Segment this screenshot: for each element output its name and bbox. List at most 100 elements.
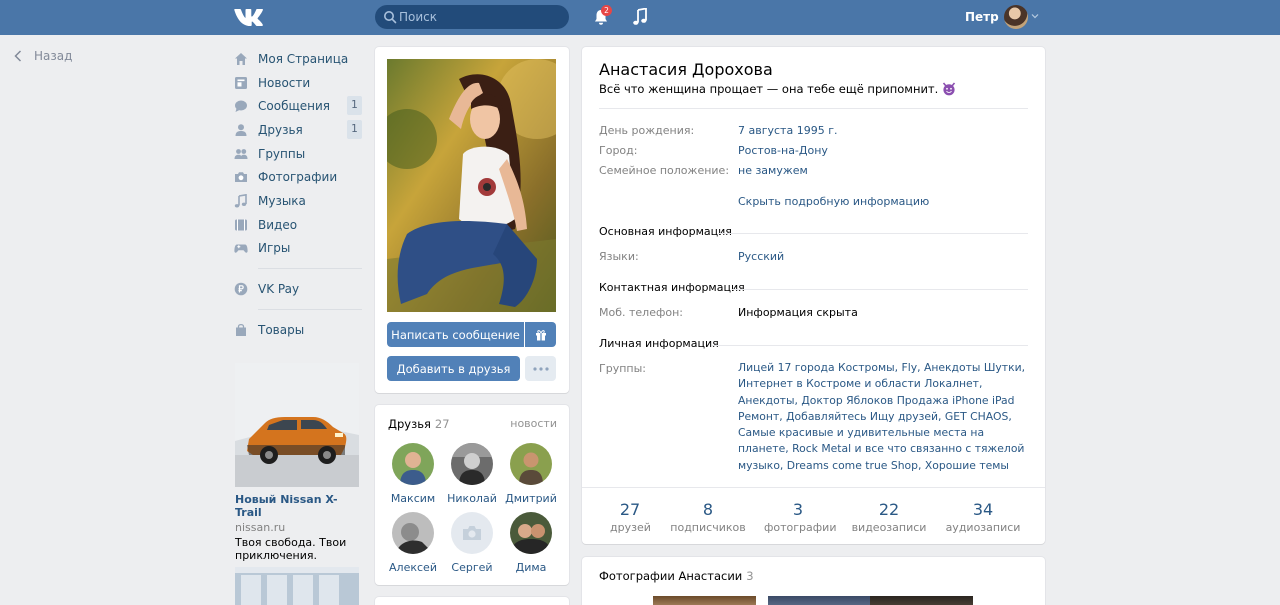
ad-image-car[interactable] [235, 363, 359, 487]
languages-value[interactable]: Русский [738, 250, 784, 263]
current-user-avatar[interactable] [1004, 5, 1028, 29]
stat-photos[interactable]: 3 фотографии [764, 500, 836, 534]
relationship-value[interactable]: не замужем [738, 164, 808, 177]
add-friend-button[interactable]: Добавить в друзья [387, 356, 520, 381]
sidebar-item-video[interactable]: Видео [234, 213, 362, 237]
home-icon [235, 52, 247, 65]
current-user-name[interactable]: Петр [965, 10, 999, 24]
sidebar-item-messages[interactable]: Сообщения 1 [234, 94, 362, 118]
stat-number: 3 [792, 500, 804, 519]
birthday-value[interactable]: 7 августа 1995 г. [738, 124, 837, 137]
sidebar-item-label: VK Pay [258, 282, 300, 297]
top-header: 2 Петр [0, 0, 1280, 35]
search-box[interactable] [375, 5, 569, 29]
chevron-down-icon[interactable] [1031, 12, 1039, 20]
vk-logo[interactable] [234, 7, 266, 27]
back-label: Назад [34, 49, 73, 63]
friend-avatar[interactable] [392, 512, 434, 554]
stat-audio[interactable]: 34 аудиозаписи [944, 500, 1022, 534]
profile-stats: 27 друзей 8 подписчиков 3 фотографии 22 … [582, 487, 1045, 544]
section-personal-info: Личная информация [599, 337, 719, 350]
phone-value: Информация скрыта [738, 306, 858, 319]
stat-videos[interactable]: 22 видеозаписи [850, 500, 928, 534]
photo-thumbnail[interactable] [653, 596, 756, 605]
photos-block: Фотографии Анастасии 3 [582, 557, 1045, 605]
sidebar-item-groups[interactable]: Группы [234, 142, 362, 166]
stat-number: 27 [619, 500, 641, 519]
friend-item[interactable]: Сергей [442, 512, 502, 574]
music-icon [234, 193, 247, 208]
sidebar-item-goods[interactable]: Товары [234, 318, 362, 342]
photos-header[interactable]: Фотографии Анастасии 3 [599, 569, 754, 583]
back-link[interactable]: Назад [14, 48, 72, 64]
friend-name[interactable]: Дима [501, 561, 561, 574]
sidebar-item-news[interactable]: Новости [234, 71, 362, 95]
sidebar-item-my-page[interactable]: Моя Страница [234, 47, 362, 71]
photo-thumbnail[interactable] [768, 596, 871, 605]
divider [732, 289, 1028, 290]
friend-avatar-placeholder[interactable] [451, 512, 493, 554]
ad-title[interactable]: Новый Nissan X-Trail [235, 493, 359, 519]
friend-name[interactable]: Николай [442, 492, 502, 505]
groups-value[interactable]: Лицей 17 города Костромы, Fly, Анекдоты … [738, 360, 1030, 474]
friend-item[interactable]: Дмитрий [501, 443, 561, 505]
friend-item[interactable]: Дима [501, 512, 561, 574]
sidebar-item-label: Сообщения [258, 99, 331, 114]
games-icon [234, 244, 248, 254]
sidebar-separator [258, 268, 362, 270]
friend-avatar[interactable] [451, 443, 493, 485]
divider [712, 345, 1028, 346]
send-gift-button[interactable] [525, 322, 556, 347]
birthday-label: День рождения: [599, 124, 695, 137]
video-icon [235, 219, 247, 231]
friend-avatar[interactable] [392, 443, 434, 485]
languages-label: Языки: [599, 250, 639, 263]
friend-item[interactable]: Алексей [383, 512, 443, 574]
sidebar-item-games[interactable]: Игры [234, 237, 362, 261]
sidebar-item-music[interactable]: Музыка [234, 189, 362, 213]
sidebar-item-label: Новости [258, 75, 311, 90]
friends-icon [235, 124, 247, 136]
friend-name[interactable]: Дмитрий [501, 492, 561, 505]
friends-block: Друзья 27 новости Максим Николай Дмитрий … [375, 405, 569, 585]
friends-count-badge: 1 [347, 120, 362, 140]
friends-title[interactable]: Друзья [388, 417, 431, 431]
profile-status[interactable]: Всё что женщина прощает — она тебе ещё п… [599, 82, 956, 96]
stat-friends[interactable]: 27 друзей [610, 500, 651, 534]
friend-avatar[interactable] [510, 512, 552, 554]
nissan-car-illustration [235, 363, 359, 487]
left-sidebar: Моя Страница Новости Сообщения 1 Друзья … [234, 47, 362, 342]
ad-showroom-image [235, 567, 359, 605]
sidebar-item-label: Видео [258, 217, 298, 232]
city-value[interactable]: Ростов-на-Дону [738, 144, 828, 157]
friends-news-link[interactable]: новости [510, 417, 557, 430]
camera-icon [463, 526, 481, 540]
sidebar-item-photos[interactable]: Фотографии [234, 165, 362, 189]
sidebar-ad[interactable]: Новый Nissan X-Trail nissan.ru Твоя своб… [235, 363, 359, 562]
sidebar-item-label: Друзья [258, 122, 303, 137]
stat-followers[interactable]: 8 подписчиков [670, 500, 746, 534]
search-input[interactable] [397, 5, 565, 29]
sidebar-item-vkpay[interactable]: VK Pay [234, 277, 362, 301]
sidebar-ad-second-image[interactable] [235, 567, 359, 605]
friends-header[interactable]: Друзья 27 [388, 417, 450, 431]
send-message-button[interactable]: Написать сообщение [387, 322, 524, 347]
profile-photo-image [387, 59, 556, 312]
hide-details-link[interactable]: Скрыть подробную информацию [738, 195, 929, 208]
friend-item[interactable]: Николай [442, 443, 502, 505]
profile-avatar-photo[interactable] [387, 59, 556, 312]
groups-icon [234, 148, 248, 159]
more-actions-button[interactable] [525, 356, 556, 381]
relationship-label: Семейное положение: [599, 164, 730, 177]
sidebar-item-friends[interactable]: Друзья 1 [234, 118, 362, 142]
photos-title[interactable]: Фотографии Анастасии [599, 569, 742, 583]
friend-name[interactable]: Максим [383, 492, 443, 505]
profile-info-card: Анастасия Дорохова Всё что женщина проща… [582, 47, 1045, 544]
friend-item[interactable]: Максим [383, 443, 443, 505]
photo-thumbnail[interactable] [870, 596, 973, 605]
friend-name[interactable]: Алексей [383, 561, 443, 574]
music-player-icon[interactable] [632, 8, 648, 26]
friend-avatar[interactable] [510, 443, 552, 485]
friend-name[interactable]: Сергей [442, 561, 502, 574]
shopping-bag-icon [236, 323, 246, 336]
